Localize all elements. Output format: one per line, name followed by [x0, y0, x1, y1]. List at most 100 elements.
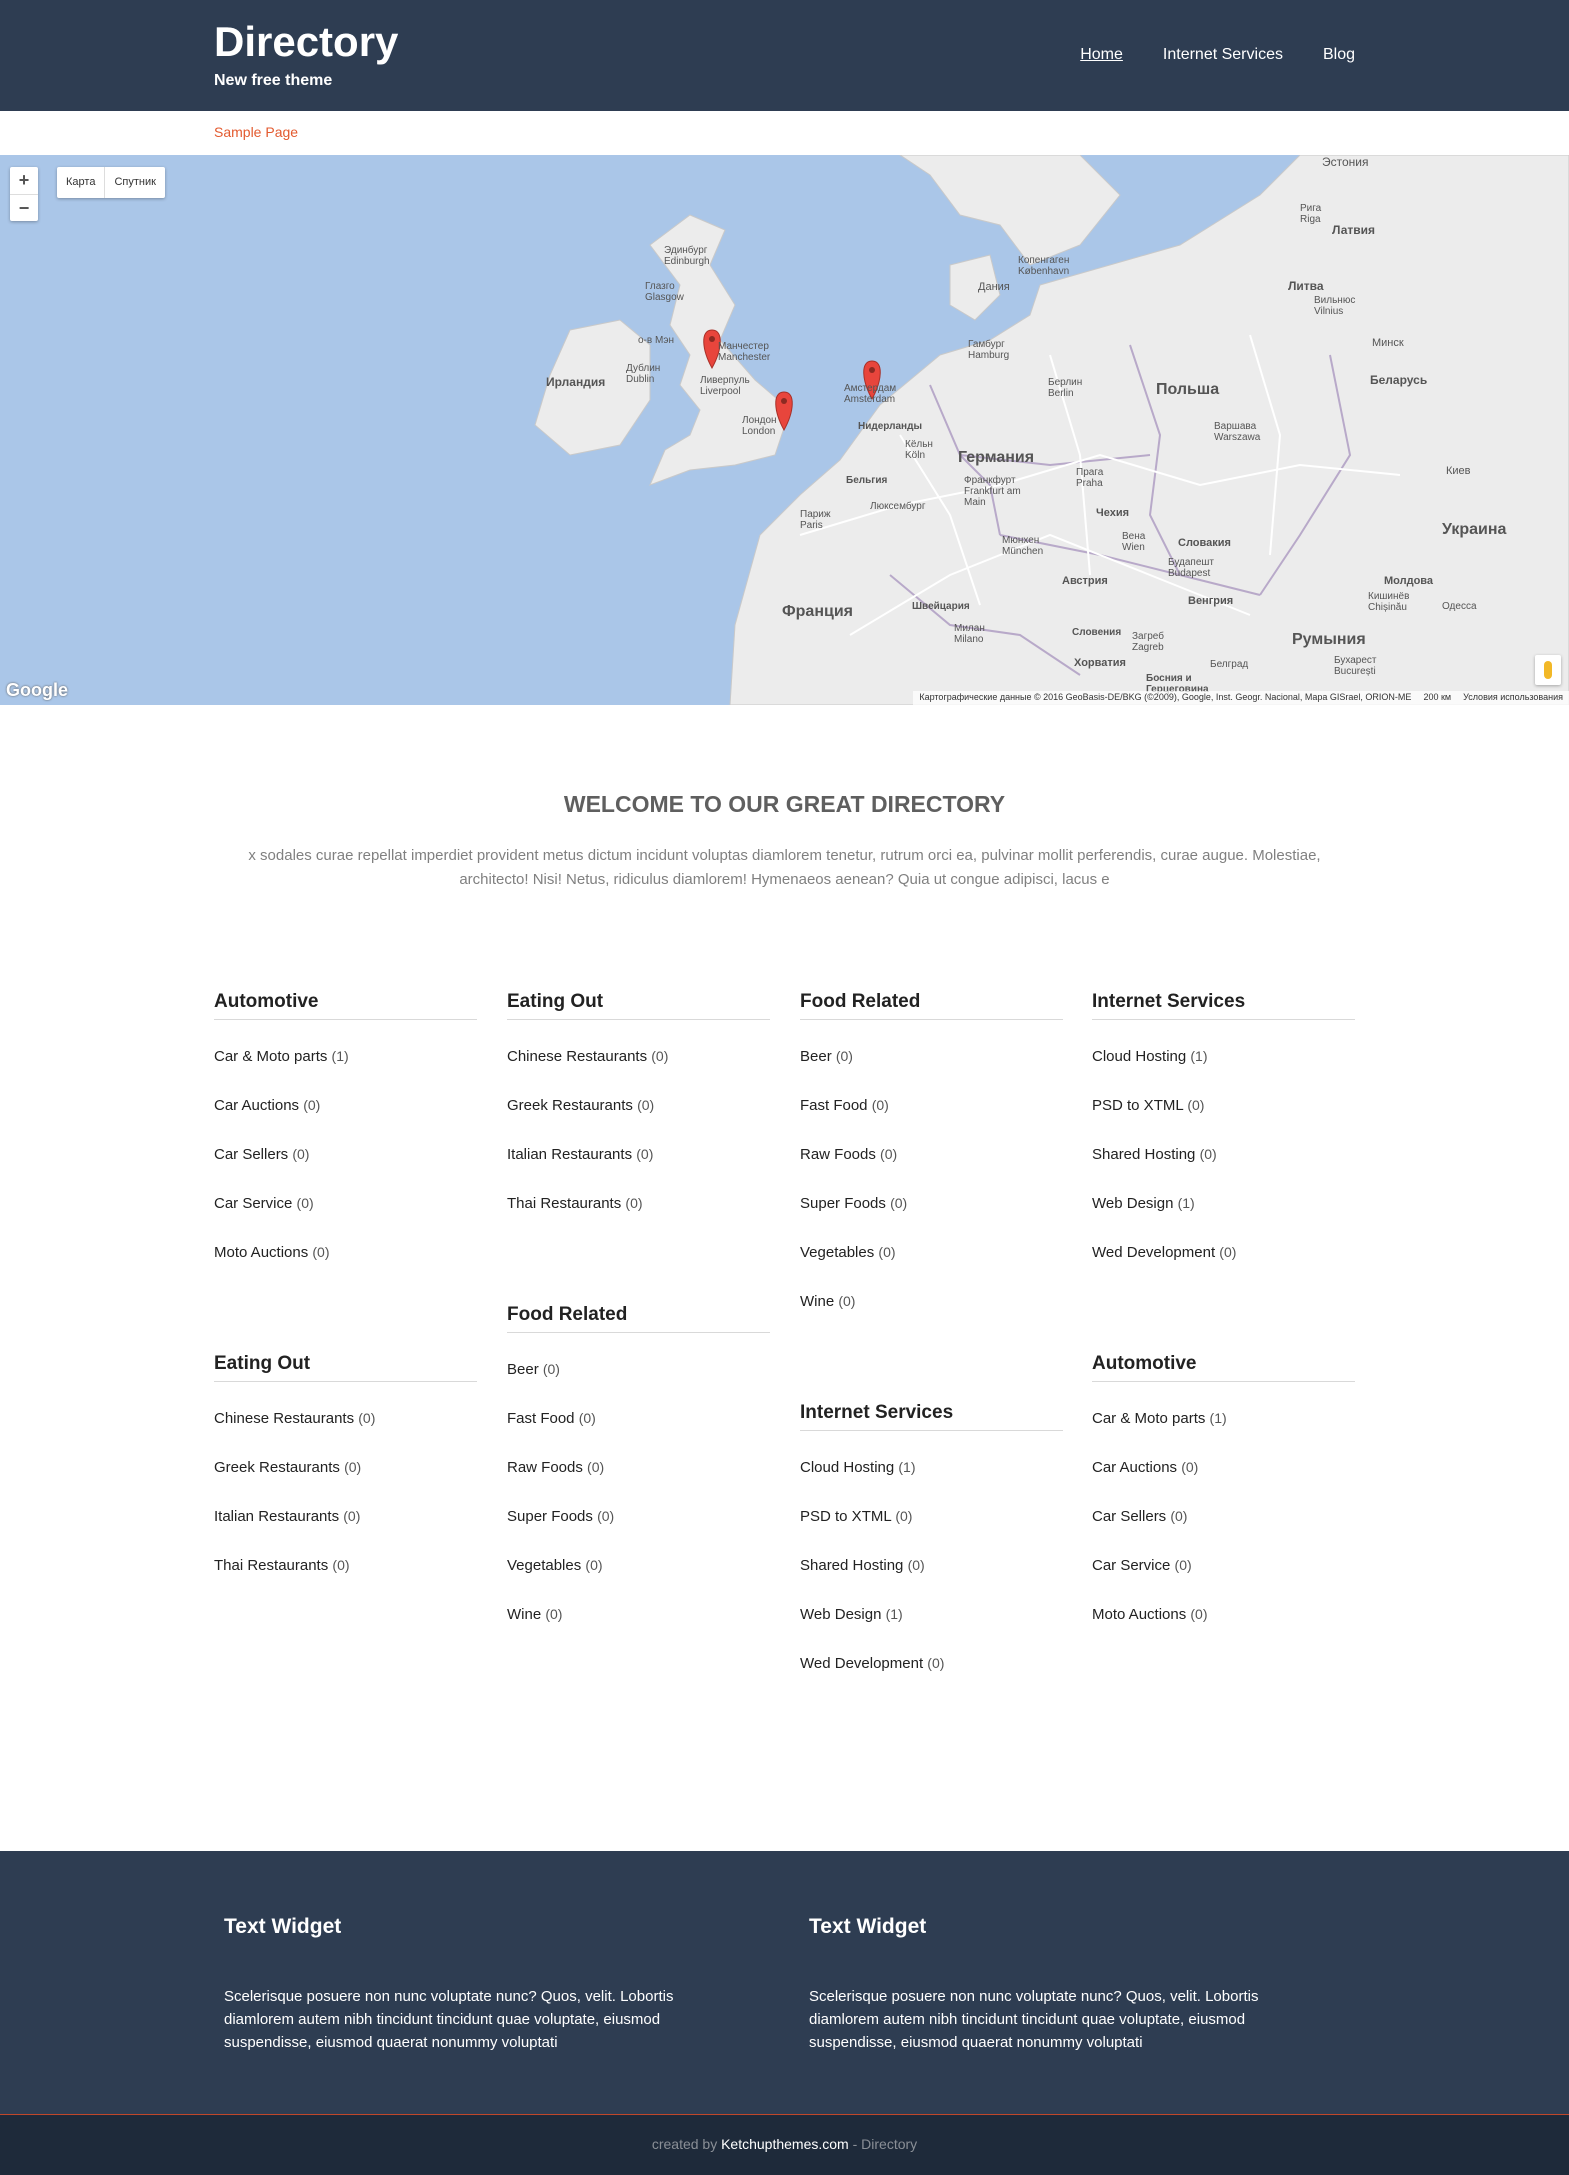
category-title[interactable]: Eating Out — [507, 984, 770, 1020]
category-link[interactable]: PSD to XTML — [800, 1508, 891, 1525]
category-link[interactable]: Thai Restaurants — [214, 1557, 328, 1574]
category-link[interactable]: Shared Hosting — [800, 1557, 903, 1574]
category-link[interactable]: Car & Moto parts — [1092, 1410, 1205, 1427]
list-item[interactable]: Moto Auctions (0) — [214, 1228, 477, 1277]
list-item[interactable]: Wine (0) — [800, 1277, 1063, 1326]
category-title[interactable]: Food Related — [800, 984, 1063, 1020]
category-link[interactable]: Wine — [800, 1293, 834, 1310]
category-link[interactable]: Thai Restaurants — [507, 1195, 621, 1212]
list-item[interactable]: Car Sellers (0) — [214, 1130, 477, 1179]
category-link[interactable]: Web Design — [800, 1606, 881, 1623]
category-link[interactable]: Web Design — [1092, 1195, 1173, 1212]
list-item[interactable]: Car Service (0) — [214, 1179, 477, 1228]
sample-page-link[interactable]: Sample Page — [214, 124, 298, 140]
zoom-in-button[interactable]: + — [10, 167, 38, 194]
list-item[interactable]: Super Foods (0) — [800, 1179, 1063, 1228]
list-item[interactable]: Car Auctions (0) — [214, 1081, 477, 1130]
list-item[interactable]: Web Design (1) — [800, 1590, 1063, 1639]
list-item[interactable]: Vegetables (0) — [507, 1541, 770, 1590]
category-link[interactable]: Shared Hosting — [1092, 1146, 1195, 1163]
list-item[interactable]: PSD to XTML (0) — [800, 1492, 1063, 1541]
list-item[interactable]: Moto Auctions (0) — [1092, 1590, 1355, 1639]
category-link[interactable]: Fast Food — [507, 1410, 575, 1427]
map[interactable]: Эстония Рига Riga Латвия Копенгаген Købe… — [0, 155, 1569, 705]
category-link[interactable]: Greek Restaurants — [507, 1097, 633, 1114]
category-link[interactable]: Italian Restaurants — [214, 1508, 339, 1525]
category-link[interactable]: Super Foods — [507, 1508, 593, 1525]
list-item[interactable]: Car & Moto parts (1) — [214, 1032, 477, 1081]
nav-home[interactable]: Home — [1080, 46, 1123, 64]
category-title[interactable]: Automotive — [1092, 1346, 1355, 1382]
map-type-satellite-button[interactable]: Спутник — [104, 167, 164, 198]
list-item[interactable]: Chinese Restaurants (0) — [214, 1394, 477, 1443]
category-link[interactable]: Chinese Restaurants — [507, 1048, 647, 1065]
category-link[interactable]: Super Foods — [800, 1195, 886, 1212]
credits-link[interactable]: Ketchupthemes.com — [721, 2136, 849, 2152]
list-item[interactable]: Cloud Hosting (1) — [800, 1443, 1063, 1492]
category-link[interactable]: Raw Foods — [800, 1146, 876, 1163]
list-item[interactable]: Italian Restaurants (0) — [507, 1130, 770, 1179]
category-link[interactable]: Wine — [507, 1606, 541, 1623]
list-item[interactable]: Car Sellers (0) — [1092, 1492, 1355, 1541]
list-item[interactable]: Thai Restaurants (0) — [214, 1541, 477, 1590]
category-link[interactable]: Car Sellers — [214, 1146, 288, 1163]
list-item[interactable]: Vegetables (0) — [800, 1228, 1063, 1277]
list-item[interactable]: Thai Restaurants (0) — [507, 1179, 770, 1228]
list-item[interactable]: Super Foods (0) — [507, 1492, 770, 1541]
category-link[interactable]: Raw Foods — [507, 1459, 583, 1476]
nav-blog[interactable]: Blog — [1323, 46, 1355, 64]
category-link[interactable]: Moto Auctions — [214, 1244, 308, 1261]
nav-internet-services[interactable]: Internet Services — [1163, 46, 1283, 64]
list-item[interactable]: Chinese Restaurants (0) — [507, 1032, 770, 1081]
category-link[interactable]: Wed Development — [800, 1655, 923, 1672]
list-item[interactable]: Wine (0) — [507, 1590, 770, 1639]
site-title[interactable]: Directory — [214, 18, 398, 66]
category-link[interactable]: Fast Food — [800, 1097, 868, 1114]
category-link[interactable]: Car Service — [214, 1195, 292, 1212]
category-link[interactable]: Cloud Hosting — [800, 1459, 894, 1476]
list-item[interactable]: Wed Development (0) — [800, 1639, 1063, 1688]
category-link[interactable]: Beer — [800, 1048, 832, 1065]
category-link[interactable]: Car Service — [1092, 1557, 1170, 1574]
category-link[interactable]: Car & Moto parts — [214, 1048, 327, 1065]
category-link[interactable]: Moto Auctions — [1092, 1606, 1186, 1623]
list-item[interactable]: PSD to XTML (0) — [1092, 1081, 1355, 1130]
category-link[interactable]: Beer — [507, 1361, 539, 1378]
zoom-out-button[interactable]: − — [10, 194, 38, 221]
category-title[interactable]: Automotive — [214, 984, 477, 1020]
street-view-pegman-icon[interactable] — [1535, 655, 1561, 685]
list-item[interactable]: Car & Moto parts (1) — [1092, 1394, 1355, 1443]
list-item[interactable]: Beer (0) — [507, 1345, 770, 1394]
category-link[interactable]: Car Auctions — [1092, 1459, 1177, 1476]
category-link[interactable]: Cloud Hosting — [1092, 1048, 1186, 1065]
map-type-map-button[interactable]: Карта — [57, 167, 104, 198]
category-link[interactable]: Car Sellers — [1092, 1508, 1166, 1525]
category-link[interactable]: Greek Restaurants — [214, 1459, 340, 1476]
list-item[interactable]: Fast Food (0) — [507, 1394, 770, 1443]
list-item[interactable]: Greek Restaurants (0) — [214, 1443, 477, 1492]
list-item[interactable]: Car Auctions (0) — [1092, 1443, 1355, 1492]
category-title[interactable]: Internet Services — [1092, 984, 1355, 1020]
list-item[interactable]: Fast Food (0) — [800, 1081, 1063, 1130]
list-item[interactable]: Italian Restaurants (0) — [214, 1492, 477, 1541]
category-link[interactable]: Car Auctions — [214, 1097, 299, 1114]
list-item[interactable]: Shared Hosting (0) — [800, 1541, 1063, 1590]
category-link[interactable]: Wed Development — [1092, 1244, 1215, 1261]
list-item[interactable]: Cloud Hosting (1) — [1092, 1032, 1355, 1081]
category-link[interactable]: Italian Restaurants — [507, 1146, 632, 1163]
list-item[interactable]: Web Design (1) — [1092, 1179, 1355, 1228]
category-title[interactable]: Food Related — [507, 1297, 770, 1333]
category-title[interactable]: Internet Services — [800, 1395, 1063, 1431]
list-item[interactable]: Shared Hosting (0) — [1092, 1130, 1355, 1179]
category-title[interactable]: Eating Out — [214, 1346, 477, 1382]
category-link[interactable]: Vegetables — [507, 1557, 581, 1574]
list-item[interactable]: Wed Development (0) — [1092, 1228, 1355, 1277]
list-item[interactable]: Raw Foods (0) — [507, 1443, 770, 1492]
list-item[interactable]: Raw Foods (0) — [800, 1130, 1063, 1179]
category-link[interactable]: Chinese Restaurants — [214, 1410, 354, 1427]
category-link[interactable]: PSD to XTML — [1092, 1097, 1183, 1114]
map-terms-link[interactable]: Условия использования — [1463, 692, 1563, 704]
list-item[interactable]: Car Service (0) — [1092, 1541, 1355, 1590]
list-item[interactable]: Greek Restaurants (0) — [507, 1081, 770, 1130]
category-link[interactable]: Vegetables — [800, 1244, 874, 1261]
